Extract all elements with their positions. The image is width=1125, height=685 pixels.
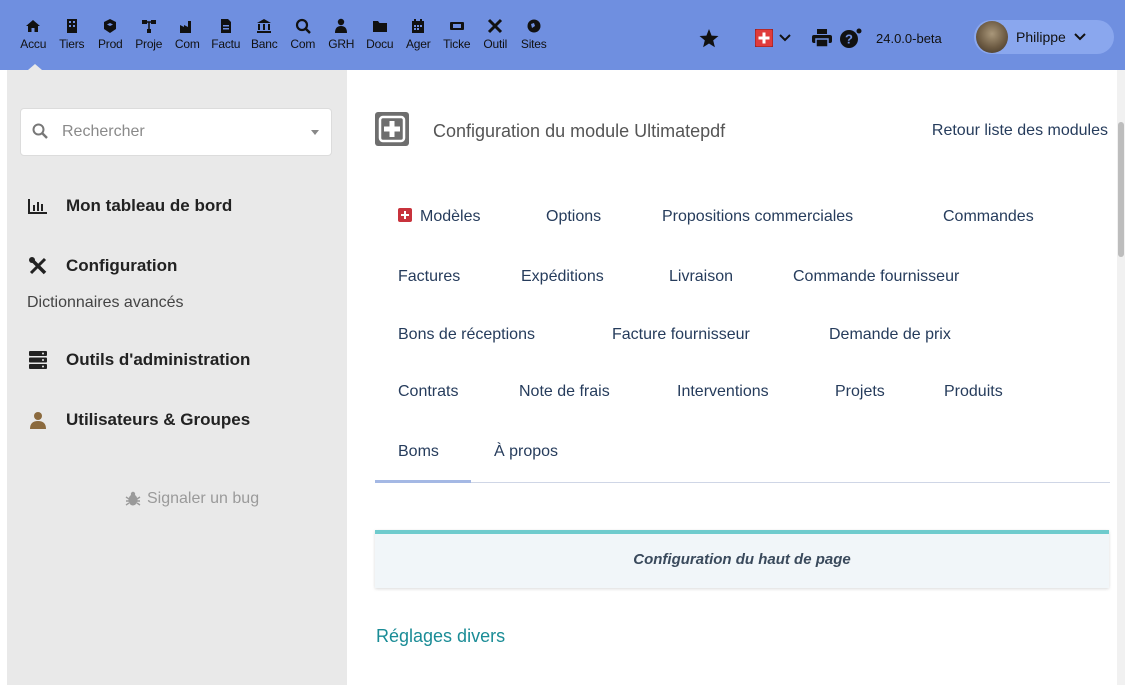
module-plus-icon <box>755 29 773 47</box>
star-icon[interactable] <box>699 29 719 48</box>
module-plus-icon <box>378 115 406 143</box>
section-title: Configuration du haut de page <box>633 551 851 568</box>
menu-item-sites[interactable]: Sites <box>515 18 554 51</box>
user-name: Philippe <box>1016 29 1066 45</box>
menu-item-tickets[interactable]: Ticke <box>438 18 477 51</box>
tab-receptions[interactable]: Bons de réceptions <box>398 326 535 344</box>
sidebar-item-configuration[interactable]: Configuration <box>27 256 177 276</box>
section-header: Configuration du haut de page <box>375 530 1109 588</box>
bug-icon <box>125 491 141 506</box>
page-scrollbar[interactable] <box>1117 70 1125 685</box>
sidebar-item-dashboard[interactable]: Mon tableau de bord <box>27 196 232 216</box>
menu-item-tiers[interactable]: Tiers <box>53 18 92 51</box>
search-icon <box>32 123 48 139</box>
menu-item-commercial[interactable]: Com <box>168 18 207 51</box>
tab-shipments[interactable]: Expéditions <box>521 268 604 286</box>
tabs-divider <box>375 482 1110 483</box>
tab-orders[interactable]: Commandes <box>943 208 1034 226</box>
bank-icon <box>257 19 272 33</box>
chevron-down-icon <box>1074 33 1086 41</box>
dashboard-icon <box>28 199 47 214</box>
tab-price-request[interactable]: Demande de prix <box>829 326 951 344</box>
print-icon[interactable] <box>812 29 832 47</box>
menu-item-home[interactable]: Accu <box>14 18 53 51</box>
search-dropdown-icon[interactable] <box>311 130 319 135</box>
report-bug-link[interactable]: Signaler un bug <box>125 490 259 508</box>
tab-about[interactable]: À propos <box>494 443 558 461</box>
sub-heading: Réglages divers <box>376 626 506 646</box>
chevron-down-icon <box>779 34 791 42</box>
ticket-icon <box>449 22 464 30</box>
industry-icon <box>180 21 192 33</box>
version-label: 24.0.0-beta <box>876 31 942 46</box>
menu-item-agenda[interactable]: Ager <box>399 18 438 51</box>
menu-item-bank[interactable]: Banc <box>245 18 284 51</box>
user-menu[interactable]: Philippe <box>974 20 1114 54</box>
tab-supplier-invoice[interactable]: Facture fournisseur <box>612 326 750 344</box>
folder-icon <box>372 21 387 32</box>
tab-models[interactable]: Modèles <box>398 208 480 226</box>
tab-invoices[interactable]: Factures <box>398 268 460 286</box>
tab-contracts[interactable]: Contrats <box>398 383 458 401</box>
user-tie-icon <box>335 18 348 33</box>
page-title: Configuration du module Ultimatepdf <box>433 121 726 141</box>
calendar-icon <box>412 19 425 33</box>
sidebar-item-users-groups[interactable]: Utilisateurs & Groupes <box>27 410 250 430</box>
tab-supplier-order[interactable]: Commande fournisseur <box>793 268 959 286</box>
tab-projects[interactable]: Projets <box>835 383 885 401</box>
server-icon <box>29 351 47 369</box>
tools-icon <box>488 18 503 34</box>
scrollbar-thumb[interactable] <box>1118 122 1124 257</box>
top-menu-bar: Accu Tiers Prod Proje Com Factu Banc Com… <box>0 0 1125 70</box>
menu-item-tools[interactable]: Outil <box>476 18 515 51</box>
tab-commercial-proposals[interactable]: Propositions commerciales <box>662 208 853 226</box>
menu-item-projects[interactable]: Proje <box>130 18 169 51</box>
tab-products[interactable]: Produits <box>944 383 1003 401</box>
menu-item-billing[interactable]: Factu <box>207 18 246 51</box>
menu-item-documents[interactable]: Docu <box>361 18 400 51</box>
tab-expense-reports[interactable]: Note de frais <box>519 383 610 401</box>
user-icon <box>30 412 46 429</box>
menu-item-products[interactable]: Prod <box>91 18 130 51</box>
main-menu: Accu Tiers Prod Proje Com Factu Banc Com… <box>14 18 553 51</box>
help-icon[interactable]: ? <box>839 28 863 48</box>
search-dollar-icon <box>295 18 311 34</box>
tab-delivery[interactable]: Livraison <box>669 268 733 286</box>
home-icon <box>26 20 41 32</box>
tools-icon <box>29 257 47 275</box>
building-icon <box>66 19 77 33</box>
menu-item-accounting[interactable]: Com <box>284 18 323 51</box>
cube-icon <box>104 19 117 33</box>
invoice-icon <box>220 19 231 33</box>
search-box[interactable]: Rechercher <box>20 108 332 156</box>
back-to-modules-link[interactable]: Retour liste des modules <box>932 122 1108 140</box>
module-logo <box>375 112 409 146</box>
tab-options[interactable]: Options <box>546 208 601 226</box>
active-tab-indicator <box>375 480 471 483</box>
tab-boms[interactable]: Boms <box>398 443 439 461</box>
globe-icon <box>527 19 541 33</box>
search-input[interactable]: Rechercher <box>62 123 145 141</box>
module-plus-icon <box>398 208 412 222</box>
project-icon <box>141 20 156 33</box>
module-quick-access[interactable] <box>755 29 793 47</box>
svg-text:?: ? <box>845 32 853 47</box>
avatar <box>976 21 1008 53</box>
tab-interventions[interactable]: Interventions <box>677 383 769 401</box>
main-content: Configuration du module Ultimatepdf Reto… <box>347 70 1125 685</box>
left-sidebar: Rechercher Mon tableau de bord Configura… <box>7 70 347 685</box>
sidebar-subitem-advanced-dictionaries[interactable]: Dictionnaires avancés <box>27 294 184 312</box>
menu-item-hrm[interactable]: GRH <box>322 18 361 51</box>
sidebar-item-admin-tools[interactable]: Outils d'administration <box>27 350 250 370</box>
